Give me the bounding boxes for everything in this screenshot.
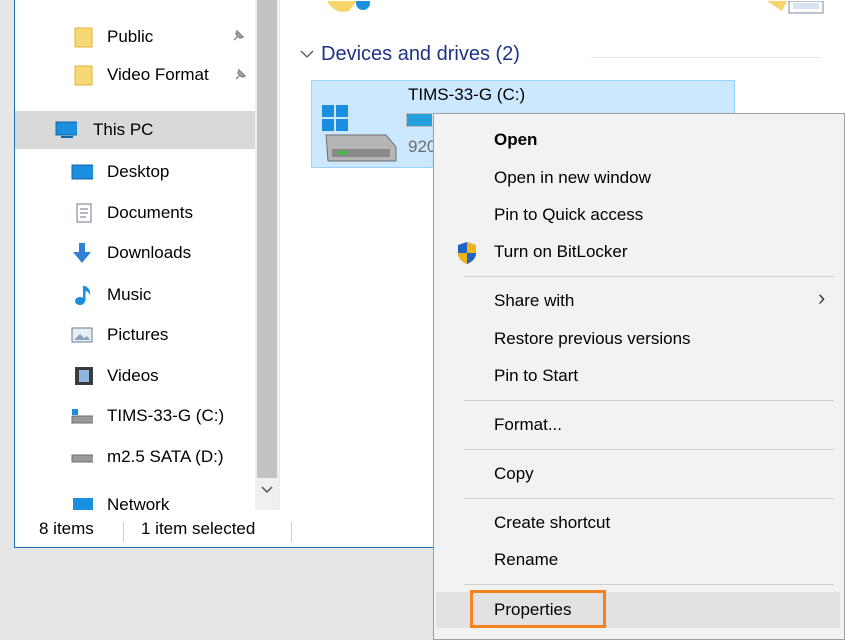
- menu-item-label: Pin to Quick access: [494, 205, 644, 224]
- nav-item-label: Pictures: [107, 325, 169, 344]
- menu-item-label: Copy: [494, 464, 534, 483]
- nav-item-label: TIMS-33-G (C:): [107, 406, 225, 425]
- nav-item-label: Network: [107, 495, 170, 510]
- scroll-down-icon[interactable]: [255, 484, 279, 504]
- nav-item-downloads[interactable]: Downloads: [15, 234, 255, 272]
- menu-item-label: Restore previous versions: [494, 329, 691, 348]
- menu-item-restore-versions[interactable]: Restore previous versions: [436, 321, 840, 357]
- nav-item-video-format[interactable]: Video Format: [15, 56, 255, 94]
- menu-item-label: Open: [494, 130, 538, 149]
- menu-item-properties[interactable]: Properties: [436, 590, 840, 628]
- nav-item-label: Documents: [107, 203, 193, 222]
- nav-item-label: Desktop: [107, 162, 170, 181]
- chevron-down-icon: [300, 50, 314, 58]
- drive-usage-fill: [407, 114, 433, 126]
- menu-separator: [464, 584, 834, 585]
- section-divider: [591, 57, 821, 58]
- network-icon: [71, 496, 93, 510]
- menu-separator: [464, 449, 834, 450]
- menu-item-pin-to-start[interactable]: Pin to Start: [436, 358, 840, 394]
- nav-item-label: Public: [107, 27, 154, 46]
- nav-item-label: This PC: [93, 120, 154, 139]
- menu-item-label: Format...: [494, 415, 563, 434]
- nav-item-label: Music: [107, 285, 152, 304]
- nav-item-public[interactable]: Public: [15, 18, 255, 56]
- pane-divider: [279, 0, 280, 510]
- section-title: Devices and drives (2): [321, 42, 520, 65]
- nav-item-network[interactable]: Network: [15, 490, 255, 510]
- menu-item-label: Pin to Start: [494, 366, 579, 385]
- menu-item-create-shortcut[interactable]: Create shortcut: [436, 505, 840, 541]
- partial-folder-icons: [327, 0, 824, 14]
- nav-scrollbar[interactable]: [255, 0, 279, 510]
- desktop-icon: [71, 162, 93, 182]
- music-icon: [73, 285, 95, 305]
- menu-item-label: Rename: [494, 550, 559, 569]
- pictures-icon: [71, 325, 93, 345]
- scrollbar-thumb[interactable]: [257, 0, 277, 478]
- drive-d-icon: [71, 447, 93, 467]
- nav-item-documents[interactable]: Documents: [15, 194, 255, 232]
- folder-icon: [73, 65, 95, 86]
- nav-item-videos[interactable]: Videos: [15, 357, 255, 395]
- nav-item-pictures[interactable]: Pictures: [15, 316, 255, 354]
- nav-item-desktop[interactable]: Desktop: [15, 153, 255, 191]
- menu-separator: [464, 400, 834, 401]
- folder-icon: [73, 27, 95, 48]
- status-separator: [123, 522, 124, 542]
- shield-icon: [456, 241, 478, 264]
- menu-item-label: Create shortcut: [494, 513, 611, 532]
- nav-item-label: Video Format: [107, 65, 209, 84]
- pin-icon[interactable]: [233, 68, 247, 85]
- drive-name: TIMS-33-G (C:): [408, 85, 526, 104]
- menu-item-label: Turn on BitLocker: [494, 242, 628, 261]
- drive-c-icon: [318, 103, 398, 170]
- menu-item-share-with[interactable]: Share with ›: [436, 283, 840, 319]
- this-pc-icon: [55, 120, 77, 140]
- pin-icon[interactable]: [231, 29, 245, 46]
- nav-item-drive-c[interactable]: TIMS-33-G (C:): [15, 397, 255, 435]
- devices-section-header[interactable]: Devices and drives (2): [299, 40, 520, 68]
- documents-icon: [73, 203, 95, 223]
- videos-icon: [73, 366, 95, 386]
- menu-item-open-new-window[interactable]: Open in new window: [436, 160, 840, 196]
- chevron-right-icon: ›: [818, 285, 826, 310]
- menu-separator: [464, 276, 834, 277]
- drive-c-icon: [71, 406, 93, 426]
- menu-item-open[interactable]: Open: [436, 122, 840, 158]
- menu-item-label: Open in new window: [494, 168, 651, 187]
- status-item-count: 8 items: [39, 518, 94, 538]
- menu-item-pin-quick-access[interactable]: Pin to Quick access: [436, 197, 840, 233]
- menu-item-label: Share with: [494, 291, 575, 310]
- navigation-pane: Public Video Format This PC Desktop Docu…: [15, 0, 255, 510]
- menu-item-copy[interactable]: Copy: [436, 456, 840, 492]
- nav-item-label: m2.5 SATA (D:): [107, 447, 224, 466]
- context-menu: Open Open in new window Pin to Quick acc…: [433, 113, 845, 640]
- previous-row-strip: [297, 0, 832, 14]
- menu-separator: [464, 498, 834, 499]
- nav-item-music[interactable]: Music: [15, 276, 255, 314]
- nav-item-drive-d[interactable]: m2.5 SATA (D:): [15, 438, 255, 476]
- highlight-outline: [470, 590, 606, 628]
- downloads-icon: [71, 243, 93, 263]
- menu-item-bitlocker[interactable]: Turn on BitLocker: [436, 234, 840, 270]
- status-separator: [291, 522, 292, 542]
- status-selected: 1 item selected: [141, 518, 256, 538]
- menu-item-format[interactable]: Format...: [436, 407, 840, 443]
- menu-item-rename[interactable]: Rename: [436, 542, 840, 578]
- nav-item-label: Downloads: [107, 243, 192, 262]
- nav-item-label: Videos: [107, 366, 159, 385]
- nav-item-this-pc[interactable]: This PC: [15, 111, 255, 149]
